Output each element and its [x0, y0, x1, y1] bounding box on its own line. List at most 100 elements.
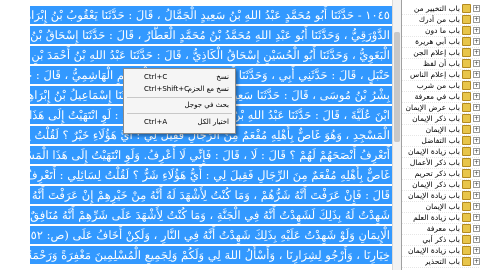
selected-text[interactable]: الدَّوْرَقِيُّ ، وَحَدَّثَنَا أَبُو عَبْ…: [30, 26, 392, 44]
vertical-scrollbar[interactable]: [392, 0, 401, 270]
menu-item-copy[interactable]: Ctrl+C نسخ: [124, 72, 235, 82]
expand-toggle-icon[interactable]: +: [473, 147, 480, 155]
selected-text[interactable]: أَتَعْرِفُ أَنْصَحَهُمْ لَهُمْ ؟ قَالَ :…: [30, 146, 392, 164]
text-line[interactable]: ١٠٤٥ - حَدَّثَنَا أَبُو مُحَمَّدٍ عَبْدُ…: [30, 6, 392, 24]
menu-item-label: بحث في جوجل: [184, 101, 229, 109]
text-line[interactable]: غَاصٌّ بِأَهْلِهِ مُفْعَمٌ مِنَ الرِّجَا…: [30, 166, 392, 184]
expand-toggle-icon[interactable]: +: [473, 48, 480, 56]
text-line[interactable]: شَهِدْتُ لَهُ بِذَلِكَ لَشَهِدْتُ أَنَّه…: [30, 206, 392, 224]
chapters-tree-panel[interactable]: باب التخيير من + باب من أدرك + باب ما دون +…: [401, 0, 480, 270]
book-icon: [462, 146, 471, 156]
selected-text[interactable]: الْإِيمَانِ وَلَوْ شَهِدْتُ عَلَيْهِ بِذ…: [30, 226, 392, 244]
hadith-text-pane[interactable]: ١٠٤٥ - حَدَّثَنَا أَبُو مُحَمَّدٍ عَبْدُ…: [22, 0, 392, 270]
tree-item-label: باب في معرفة: [414, 91, 460, 101]
book-icon: [462, 223, 471, 233]
menu-item-label: نسخ مع الحزم: [187, 85, 229, 93]
expand-toggle-icon[interactable]: +: [473, 114, 480, 122]
expand-toggle-icon[interactable]: +: [473, 103, 480, 111]
tree-item-label: باب إعلام الناس: [410, 69, 460, 79]
scrollbar-thumb[interactable]: [394, 32, 400, 142]
tree-item-label: باب ذكر الأعمال: [409, 157, 460, 167]
menu-item-google-search[interactable]: بحث في جوجل: [124, 100, 235, 110]
tree-item-label: باب إعلام الجن: [413, 47, 460, 57]
expand-toggle-icon[interactable]: +: [473, 257, 480, 265]
book-icon: [462, 36, 471, 46]
book-icon: [462, 256, 471, 266]
book-icon: [462, 212, 471, 222]
menu-item-shortcut: Ctrl+A: [144, 118, 168, 126]
book-icon: [462, 179, 471, 189]
expand-toggle-icon[interactable]: +: [473, 224, 480, 232]
book-icon: [462, 135, 471, 145]
text-line[interactable]: خِيَارِنَا ، وَأَرْجُو لِشِرَارِنَا ، وَ…: [30, 246, 392, 264]
book-icon: [462, 168, 471, 178]
tree-item-label: باب ذكر تحريم: [414, 168, 460, 178]
expand-toggle-icon[interactable]: +: [473, 37, 480, 45]
menu-item-shortcut: Ctrl+Shift+C: [144, 85, 189, 93]
tree-item-label: باب أبي هريرة: [415, 36, 460, 46]
text-line[interactable]: أَتَعْرِفُ أَنْصَحَهُمْ لَهُمْ ؟ قَالَ :…: [30, 146, 392, 164]
menu-separator: [127, 113, 232, 114]
tree-item-label: باب ذكر الإيمان: [412, 113, 460, 123]
expand-toggle-icon[interactable]: +: [473, 169, 480, 177]
expand-toggle-icon[interactable]: +: [473, 191, 480, 199]
book-icon: [462, 69, 471, 79]
menu-item-label: اختيار الكل: [197, 118, 229, 126]
book-icon: [462, 25, 471, 35]
selected-text[interactable]: ١٠٤٥ - حَدَّثَنَا أَبُو مُحَمَّدٍ عَبْدُ…: [30, 6, 392, 24]
selected-text[interactable]: شَهِدْتُ لَهُ بِذَلِكَ لَشَهِدْتُ أَنَّه…: [30, 206, 392, 224]
expand-toggle-icon[interactable]: +: [473, 158, 480, 166]
tree-item-label: باب ذكر أبي: [422, 234, 460, 244]
expand-toggle-icon[interactable]: +: [473, 202, 480, 210]
text-line[interactable]: الدَّوْرَقِيُّ ، وَحَدَّثَنَا أَبُو عَبْ…: [30, 26, 392, 44]
context-menu: Ctrl+C نسخ Ctrl+Shift+C نسخ مع الحزم بحث…: [123, 68, 236, 134]
expand-toggle-icon[interactable]: +: [473, 70, 480, 78]
book-icon: [462, 157, 471, 167]
book-icon: [462, 234, 471, 244]
selected-text[interactable]: غَاصٌّ بِأَهْلِهِ مُفْعَمٌ مِنَ الرِّجَا…: [30, 166, 392, 184]
book-icon: [462, 91, 471, 101]
expand-toggle-icon[interactable]: +: [473, 15, 480, 23]
menu-item-label: نسخ: [216, 73, 229, 81]
expand-toggle-icon[interactable]: +: [473, 26, 480, 34]
tree-item-label: باب التفاضل: [421, 135, 460, 145]
expand-toggle-icon[interactable]: +: [473, 125, 480, 133]
expand-toggle-icon[interactable]: +: [473, 136, 480, 144]
expand-toggle-icon[interactable]: +: [473, 59, 480, 67]
book-icon: [462, 3, 471, 13]
text-line[interactable]: الْبَغَوِيُّ ، وَحَدَّثَنَا أَبُو الْحُس…: [30, 46, 392, 64]
book-icon: [462, 47, 471, 57]
tree-item[interactable]: باب التحذير +: [402, 255, 480, 268]
expand-toggle-icon[interactable]: +: [473, 246, 480, 254]
menu-item-copy-with-formatting[interactable]: Ctrl+Shift+C نسخ مع الحزم: [124, 84, 235, 94]
menu-item-select-all[interactable]: Ctrl+A اختيار الكل: [124, 117, 235, 127]
book-icon: [462, 58, 471, 68]
expand-toggle-icon[interactable]: +: [473, 4, 480, 12]
tree-item-label: باب عرض الإيمان: [405, 102, 460, 112]
book-icon: [462, 245, 471, 255]
book-icon: [462, 190, 471, 200]
expand-toggle-icon[interactable]: +: [473, 235, 480, 243]
book-icon: [462, 80, 471, 90]
book-icon: [462, 124, 471, 134]
tree-item-label: باب ما دون: [425, 25, 460, 35]
tree-item-label: باب التخيير من: [413, 3, 460, 13]
tree-item-label: باب ذكر الإيمان: [412, 179, 460, 189]
expand-toggle-icon[interactable]: +: [473, 213, 480, 221]
expand-toggle-icon[interactable]: +: [473, 81, 480, 89]
expand-toggle-icon[interactable]: +: [473, 92, 480, 100]
selected-text[interactable]: الْبَغَوِيُّ ، وَحَدَّثَنَا أَبُو الْحُس…: [30, 46, 392, 64]
tree-item-label: باب زيادة الإيمان: [407, 190, 460, 200]
tree-item-label: باب من شرب: [416, 80, 460, 90]
tree-item-label: باب من أدرك: [418, 14, 460, 24]
expand-toggle-icon[interactable]: +: [473, 180, 480, 188]
text-line[interactable]: قَالَ : فَإِنْ عَرَفْتَ أَنَّهُ شَرُّهُم…: [30, 186, 392, 204]
book-icon: [462, 113, 471, 123]
selected-text[interactable]: قَالَ : فَإِنْ عَرَفْتَ أَنَّهُ شَرُّهُم…: [30, 186, 392, 204]
left-gutter: [0, 0, 22, 270]
text-line[interactable]: الْإِيمَانِ وَلَوْ شَهِدْتُ عَلَيْهِ بِذ…: [30, 226, 392, 244]
selected-text[interactable]: خِيَارِنَا ، وَأَرْجُو لِشِرَارِنَا ، وَ…: [30, 246, 392, 264]
book-icon: [462, 201, 471, 211]
book-icon: [462, 102, 471, 112]
tree-item-label: باب زيادة العلم: [413, 212, 460, 222]
